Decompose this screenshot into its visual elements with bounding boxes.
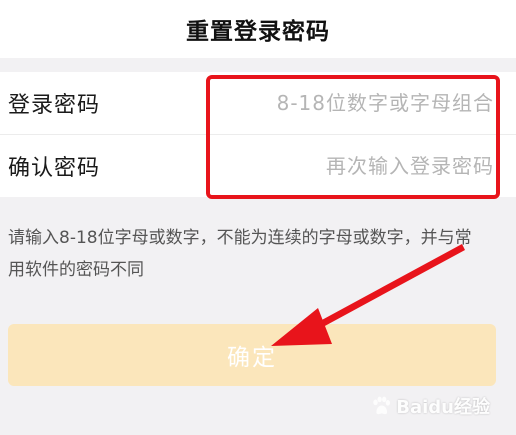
- paw-icon: [373, 396, 391, 415]
- confirm-password-input[interactable]: [224, 146, 494, 186]
- password-input[interactable]: [224, 83, 494, 123]
- watermark-text: Baidu经验: [396, 397, 490, 418]
- password-hint-text: 请输入8-18位字母或数字，不能为连续的字母或数字，并与常用软件的密码不同: [8, 228, 472, 280]
- header-bar: 重置登录密码: [0, 0, 516, 58]
- password-label: 登录密码: [8, 93, 101, 118]
- confirm-password-label: 确认密码: [8, 156, 101, 181]
- confirm-password-row: 确认密码: [0, 135, 516, 197]
- password-row: 登录密码: [0, 72, 516, 134]
- baidu-jingyan-watermark: Baidu经验: [370, 393, 490, 419]
- password-form: 登录密码 确认密码: [0, 72, 516, 197]
- page-title: 重置登录密码: [186, 19, 330, 45]
- confirm-button[interactable]: 确定: [8, 324, 496, 386]
